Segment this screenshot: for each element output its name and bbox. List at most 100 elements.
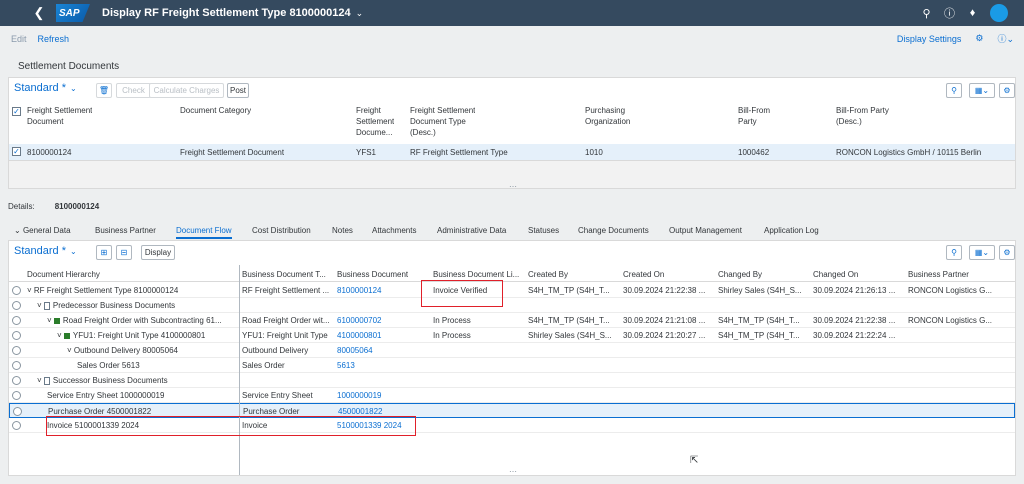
- tab-application-log[interactable]: Application Log: [764, 226, 819, 235]
- document-link[interactable]: 80005064: [337, 345, 427, 356]
- post-button[interactable]: Post: [227, 83, 249, 98]
- search-icon[interactable]: ⚲: [915, 7, 938, 20]
- table-row[interactable]: ˅ RF Freight Settlement Type 8100000124 R…: [9, 283, 1015, 298]
- tab-document-flow[interactable]: Document Flow: [176, 226, 232, 239]
- tab-output-management[interactable]: Output Management: [669, 226, 742, 235]
- document-link[interactable]: 6100000702: [337, 315, 427, 326]
- row-radio[interactable]: [12, 376, 21, 385]
- settings-icon[interactable]: ⚙: [999, 83, 1015, 98]
- document-link[interactable]: 8100000124: [337, 285, 427, 296]
- collapse-all-icon[interactable]: ⊟: [116, 245, 132, 260]
- tab-statuses[interactable]: Statuses: [528, 226, 559, 235]
- document-link[interactable]: 1000000019: [337, 390, 427, 401]
- column-header[interactable]: Business Document: [337, 269, 408, 280]
- column-header[interactable]: Created On: [623, 269, 664, 280]
- column-header[interactable]: Bill-From Party: [738, 105, 770, 127]
- chevron-down-icon[interactable]: ⌄: [356, 8, 364, 19]
- table-row[interactable]: Sales Order 5613 Sales Order 5613: [9, 358, 1015, 373]
- export-icon[interactable]: ▦⌄: [969, 83, 995, 98]
- row-radio[interactable]: [12, 316, 21, 325]
- sap-logo[interactable]: SAP: [56, 4, 90, 22]
- row-radio[interactable]: [12, 346, 21, 355]
- column-header[interactable]: Purchasing Organization: [585, 105, 630, 127]
- tab-business-partner[interactable]: Business Partner: [95, 226, 156, 235]
- column-header[interactable]: Business Partner: [908, 269, 969, 280]
- table-row[interactable]: ˅ YFU1: Freight Unit Type 4100000801 YFU1…: [9, 328, 1015, 343]
- row-radio[interactable]: [12, 286, 21, 295]
- hierarchy-cell: ˅ Road Freight Order with Subcontracting…: [47, 315, 222, 326]
- column-header[interactable]: Document Hierarchy: [27, 269, 100, 280]
- display-button[interactable]: Display: [141, 245, 175, 260]
- settings-icon[interactable]: ⚙: [999, 245, 1015, 260]
- search-icon[interactable]: ⚲: [946, 83, 962, 98]
- table-row[interactable]: ˅ Predecessor Business Documents: [9, 298, 1015, 313]
- table-row[interactable]: ˅ Road Freight Order with Subcontracting…: [9, 313, 1015, 328]
- row-radio[interactable]: [13, 407, 22, 416]
- table-row[interactable]: ˅ Outbound Delivery 80005064 Outbound Del…: [9, 343, 1015, 358]
- column-header[interactable]: Freight Settlement Document Type (Desc.): [410, 105, 475, 138]
- hierarchy-label: Purchase Order 4500001822: [48, 407, 152, 416]
- tab-notes[interactable]: Notes: [332, 226, 353, 235]
- display-settings-button[interactable]: Display Settings: [897, 34, 962, 44]
- select-all-checkbox[interactable]: ✓: [12, 107, 21, 116]
- details-label: Details:: [8, 202, 35, 211]
- gear-icon[interactable]: ⚙: [975, 33, 983, 44]
- row-radio[interactable]: [12, 331, 21, 340]
- back-icon[interactable]: ❮: [28, 5, 50, 21]
- calculate-charges-button[interactable]: Calculate Charges: [149, 83, 224, 98]
- variant-selector[interactable]: Standard * ⌄: [14, 82, 77, 94]
- row-radio[interactable]: [12, 421, 21, 430]
- table-row[interactable]: ✓ 8100000124 Freight Settlement Document…: [9, 144, 1015, 161]
- edit-button[interactable]: Edit: [11, 34, 27, 44]
- tab-change-documents[interactable]: Change Documents: [578, 226, 649, 235]
- document-link[interactable]: 4100000801: [337, 330, 427, 341]
- delete-icon[interactable]: 🗑: [96, 83, 112, 98]
- highlight-invoice-row: [46, 416, 416, 436]
- search-icon[interactable]: ⚲: [946, 245, 962, 260]
- details-line: Details: 8100000124: [8, 202, 99, 211]
- document-icon: [43, 376, 50, 385]
- tree-expander-icon[interactable]: ˅: [37, 376, 44, 385]
- expand-all-icon[interactable]: ⊞: [96, 245, 112, 260]
- avatar[interactable]: [990, 4, 1008, 22]
- bell-icon[interactable]: ♦: [961, 7, 984, 19]
- column-header[interactable]: Business Document Li...: [433, 269, 523, 280]
- tree-expander-icon[interactable]: ˅: [37, 301, 44, 310]
- export-icon[interactable]: ▦⌄: [969, 245, 995, 260]
- row-radio[interactable]: [12, 391, 21, 400]
- variant-selector[interactable]: Standard * ⌄: [14, 245, 77, 257]
- column-header[interactable]: Freight Settlement Document: [27, 105, 92, 127]
- section-title: Settlement Documents: [18, 61, 120, 72]
- column-header[interactable]: Changed By: [718, 269, 762, 280]
- app-title[interactable]: Display RF Freight Settlement Type 81000…: [102, 7, 351, 19]
- refresh-button[interactable]: Refresh: [38, 34, 70, 44]
- tree-expander-icon[interactable]: ˅: [27, 286, 34, 295]
- column-divider[interactable]: [239, 265, 240, 475]
- row-radio[interactable]: [12, 301, 21, 310]
- document-link[interactable]: 5613: [337, 360, 427, 371]
- tree-expander-icon[interactable]: ˅: [67, 346, 74, 355]
- hierarchy-cell: ˅ Predecessor Business Documents: [37, 300, 175, 311]
- cell: Outbound Delivery: [242, 346, 309, 355]
- tab-cost-distribution[interactable]: Cost Distribution: [252, 226, 311, 235]
- row-radio[interactable]: [12, 361, 21, 370]
- help-dropdown-icon[interactable]: ⓘ⌄: [997, 32, 1014, 45]
- check-button[interactable]: Check: [116, 83, 151, 98]
- resize-handle[interactable]: ⋯: [509, 467, 518, 476]
- resize-handle[interactable]: ⋯: [509, 182, 518, 191]
- tree-expander-icon[interactable]: ˅: [57, 331, 64, 340]
- table-row[interactable]: Service Entry Sheet 1000000019 Service En…: [9, 388, 1015, 403]
- column-header[interactable]: Freight Settlement Docume...: [356, 105, 394, 138]
- column-header[interactable]: Document Category: [180, 105, 251, 116]
- column-header[interactable]: Business Document T...: [242, 269, 332, 280]
- tree-expander-icon[interactable]: ˅: [47, 316, 54, 325]
- tab-attachments[interactable]: Attachments: [372, 226, 416, 235]
- table-row[interactable]: ˅ Successor Business Documents: [9, 373, 1015, 388]
- row-checkbox[interactable]: ✓: [12, 147, 21, 156]
- column-header[interactable]: Created By: [528, 269, 568, 280]
- column-header[interactable]: Changed On: [813, 269, 858, 280]
- tab-administrative-data[interactable]: Administrative Data: [437, 226, 506, 235]
- column-header[interactable]: Bill-From Party (Desc.): [836, 105, 889, 127]
- help-icon[interactable]: ⓘ: [938, 5, 961, 21]
- tab-general-data[interactable]: ⌄ General Data: [14, 226, 71, 235]
